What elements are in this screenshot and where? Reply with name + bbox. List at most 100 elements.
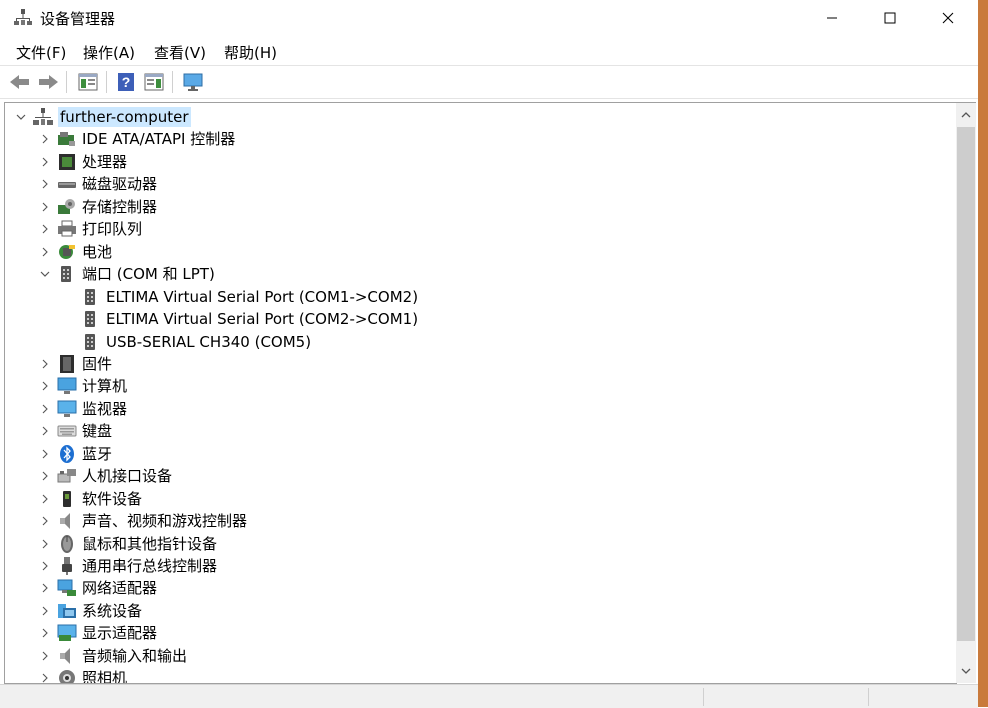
- tree-category-label: 打印队列: [82, 220, 143, 239]
- tree-category-node[interactable]: IDE ATA/ATAPI 控制器: [42, 128, 236, 150]
- back-icon[interactable]: [8, 70, 32, 94]
- tree-device-label: USB-SERIAL CH340 (COM5): [106, 332, 312, 351]
- device-tree[interactable]: further-computer IDE ATA/ATAPI 控制器 处理器磁盘驱动…: [4, 102, 957, 684]
- chevron-down-icon[interactable]: [39, 268, 51, 280]
- tree-category-label: 处理器: [82, 152, 128, 171]
- chevron-right-icon[interactable]: [39, 223, 51, 235]
- tree-category-node[interactable]: 蓝牙: [42, 443, 112, 465]
- chevron-right-icon[interactable]: [39, 560, 51, 572]
- toolbar-separator: [106, 71, 107, 93]
- firmware-icon: [57, 354, 77, 374]
- chevron-right-icon[interactable]: [39, 178, 51, 190]
- tree-category-label: 系统设备: [82, 601, 143, 620]
- tree-category-node[interactable]: 固件: [42, 353, 112, 375]
- tree-root-node[interactable]: further-computer: [16, 106, 191, 128]
- toolbar: ?: [0, 65, 978, 99]
- tree-category-node[interactable]: 计算机: [42, 375, 127, 397]
- tree-category-node[interactable]: 打印队列: [42, 218, 143, 240]
- keyboard-icon: [57, 421, 77, 441]
- help-icon[interactable]: ?: [114, 70, 138, 94]
- vertical-scrollbar[interactable]: [956, 102, 976, 683]
- tree-category-label: 显示适配器: [82, 624, 158, 643]
- toolbar-separator: [172, 71, 173, 93]
- tree-category-node[interactable]: 键盘: [42, 420, 113, 442]
- chevron-right-icon[interactable]: [39, 582, 51, 594]
- tree-category-node[interactable]: 人机接口设备: [42, 465, 173, 487]
- chevron-right-icon[interactable]: [39, 650, 51, 662]
- tree-device-node[interactable]: USB-SERIAL CH340 (COM5): [81, 331, 311, 353]
- chevron-right-icon[interactable]: [39, 133, 51, 145]
- chevron-right-icon[interactable]: [39, 515, 51, 527]
- tree-category-node[interactable]: 磁盘驱动器: [42, 173, 158, 195]
- tree-category-node[interactable]: 显示适配器: [42, 622, 158, 644]
- tree-category-node[interactable]: 系统设备: [42, 600, 143, 622]
- scroll-up-arrow-icon[interactable]: [956, 105, 976, 125]
- tree-category-node[interactable]: 照相机: [42, 667, 127, 683]
- chevron-right-icon[interactable]: [39, 380, 51, 392]
- tree-category-label: 网络适配器: [82, 579, 158, 598]
- tree-category-node[interactable]: 鼠标和其他指针设备: [42, 533, 217, 555]
- chevron-right-icon[interactable]: [39, 672, 51, 683]
- menu-help[interactable]: 帮助(H): [224, 42, 277, 63]
- properties-pane-icon[interactable]: [76, 70, 100, 94]
- chevron-right-icon[interactable]: [39, 470, 51, 482]
- tree-category-node[interactable]: 存储控制器: [42, 196, 158, 218]
- minimize-button[interactable]: [803, 0, 861, 36]
- computer-icon: [57, 376, 77, 396]
- tree-category-node[interactable]: 监视器: [42, 398, 127, 420]
- scrollbar-thumb[interactable]: [957, 127, 975, 641]
- port-icon: [81, 332, 101, 352]
- tree-category-node[interactable]: 声音、视频和游戏控制器: [42, 510, 248, 532]
- menu-action[interactable]: 操作(A): [83, 42, 135, 63]
- tree-category-label: 软件设备: [82, 489, 143, 508]
- tree-category-label: 存储控制器: [82, 197, 158, 216]
- maximize-button[interactable]: [861, 0, 919, 36]
- tree-category-node[interactable]: 端口 (COM 和 LPT): [40, 263, 215, 285]
- status-divider: [703, 688, 704, 706]
- software-device-icon: [57, 489, 77, 509]
- tree-category-label: 磁盘驱动器: [82, 175, 158, 194]
- chevron-down-icon[interactable]: [15, 111, 27, 123]
- mouse-icon: [57, 534, 77, 554]
- tree-device-label: ELTIMA Virtual Serial Port (COM1->COM2): [106, 287, 419, 306]
- tree-category-node[interactable]: 通用串行总线控制器: [42, 555, 217, 577]
- tree-category-label: 键盘: [82, 422, 113, 441]
- chevron-right-icon[interactable]: [39, 605, 51, 617]
- title-bar: 设备管理器: [0, 0, 978, 36]
- chevron-right-icon[interactable]: [39, 358, 51, 370]
- window-edge: [978, 0, 988, 707]
- chevron-right-icon[interactable]: [39, 403, 51, 415]
- chevron-right-icon[interactable]: [39, 627, 51, 639]
- tree-category-label: IDE ATA/ATAPI 控制器: [82, 130, 236, 149]
- show-pane-icon[interactable]: [142, 70, 166, 94]
- hid-icon: [57, 466, 77, 486]
- menu-file[interactable]: 文件(F): [16, 42, 66, 63]
- menu-view[interactable]: 查看(V): [154, 42, 206, 63]
- monitor-icon[interactable]: [181, 70, 205, 94]
- close-button[interactable]: [919, 0, 977, 36]
- tree-category-label: 声音、视频和游戏控制器: [82, 512, 248, 531]
- chevron-right-icon[interactable]: [39, 246, 51, 258]
- storage-controller-icon: [57, 197, 77, 217]
- chevron-right-icon[interactable]: [39, 201, 51, 213]
- tree-device-node[interactable]: ELTIMA Virtual Serial Port (COM2->COM1): [81, 308, 418, 330]
- tree-category-node[interactable]: 音频输入和输出: [42, 645, 187, 667]
- chevron-right-icon[interactable]: [39, 448, 51, 460]
- tree-category-node[interactable]: 电池: [42, 241, 112, 263]
- chevron-right-icon[interactable]: [39, 425, 51, 437]
- chevron-right-icon[interactable]: [39, 493, 51, 505]
- computer-network-icon: [33, 107, 53, 127]
- tree-category-node[interactable]: 软件设备: [42, 488, 143, 510]
- forward-icon[interactable]: [36, 70, 60, 94]
- chevron-right-icon[interactable]: [39, 156, 51, 168]
- device-manager-icon: [14, 8, 32, 26]
- chevron-right-icon[interactable]: [39, 538, 51, 550]
- tree-device-node[interactable]: ELTIMA Virtual Serial Port (COM1->COM2): [81, 286, 418, 308]
- status-divider: [868, 688, 869, 706]
- network-adapter-icon: [57, 578, 77, 598]
- tree-category-node[interactable]: 网络适配器: [42, 577, 158, 599]
- speaker-icon: [57, 511, 77, 531]
- scroll-down-arrow-icon[interactable]: [956, 661, 976, 681]
- tree-category-label: 人机接口设备: [82, 467, 173, 486]
- tree-category-node[interactable]: 处理器: [42, 151, 128, 173]
